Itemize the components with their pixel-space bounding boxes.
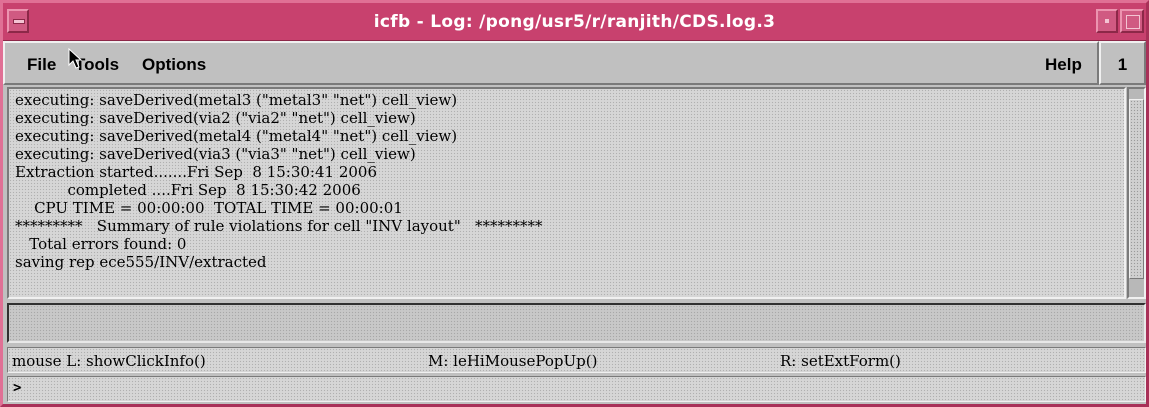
mouse-right-binding: R: setExtForm() xyxy=(780,352,901,370)
log-line: executing: saveDerived(via3 ("via3" "net… xyxy=(15,145,416,163)
window-title: icfb - Log: /pong/usr5/r/ranjith/CDS.log… xyxy=(373,12,776,32)
menu-bar: File Tools Options Help xyxy=(3,41,1099,85)
log-line: Total errors found: 0 xyxy=(15,235,187,253)
prompt-area[interactable] xyxy=(7,303,1146,343)
mouse-bindings-bar: mouse L: showClickInfo() M: leHiMousePop… xyxy=(7,347,1146,373)
window-number-box: 1 xyxy=(1099,41,1146,85)
mouse-left-binding: mouse L: showClickInfo() xyxy=(12,352,206,370)
log-line: CPU TIME = 00:00:00 TOTAL TIME = 00:00:0… xyxy=(15,199,403,217)
menu-file[interactable]: File xyxy=(27,55,56,75)
log-line: ********* Summary of rule violations for… xyxy=(15,217,543,235)
log-text-area[interactable]: executing: saveDerived(metal3 ("metal3" … xyxy=(7,87,1126,299)
log-line: completed ....Fri Sep 8 15:30:42 2006 xyxy=(15,181,361,199)
title-bar[interactable]: icfb - Log: /pong/usr5/r/ranjith/CDS.log… xyxy=(3,3,1146,41)
mouse-pointer-icon xyxy=(68,48,83,69)
mouse-middle-binding: M: leHiMousePopUp() xyxy=(428,352,598,370)
scrollbar-thumb[interactable] xyxy=(1129,99,1144,279)
log-scrollbar[interactable] xyxy=(1127,87,1146,299)
menu-options[interactable]: Options xyxy=(142,55,206,75)
command-prompt: > xyxy=(13,380,22,396)
menu-help[interactable]: Help xyxy=(1045,55,1082,75)
log-line: Extraction started.......Fri Sep 8 15:30… xyxy=(15,163,378,181)
minimize-icon[interactable] xyxy=(1096,9,1118,33)
log-line: executing: saveDerived(metal4 ("metal4" … xyxy=(15,127,458,145)
log-window: icfb - Log: /pong/usr5/r/ranjith/CDS.log… xyxy=(0,0,1149,407)
command-line[interactable]: > xyxy=(7,376,1146,402)
log-line: executing: saveDerived(metal3 ("metal3" … xyxy=(15,91,458,109)
log-line: executing: saveDerived(via2 ("via2" "net… xyxy=(15,109,416,127)
window-number: 1 xyxy=(1117,55,1128,74)
log-line: saving rep ece555/INV/extracted xyxy=(15,253,267,271)
maximize-icon[interactable] xyxy=(1120,9,1144,33)
